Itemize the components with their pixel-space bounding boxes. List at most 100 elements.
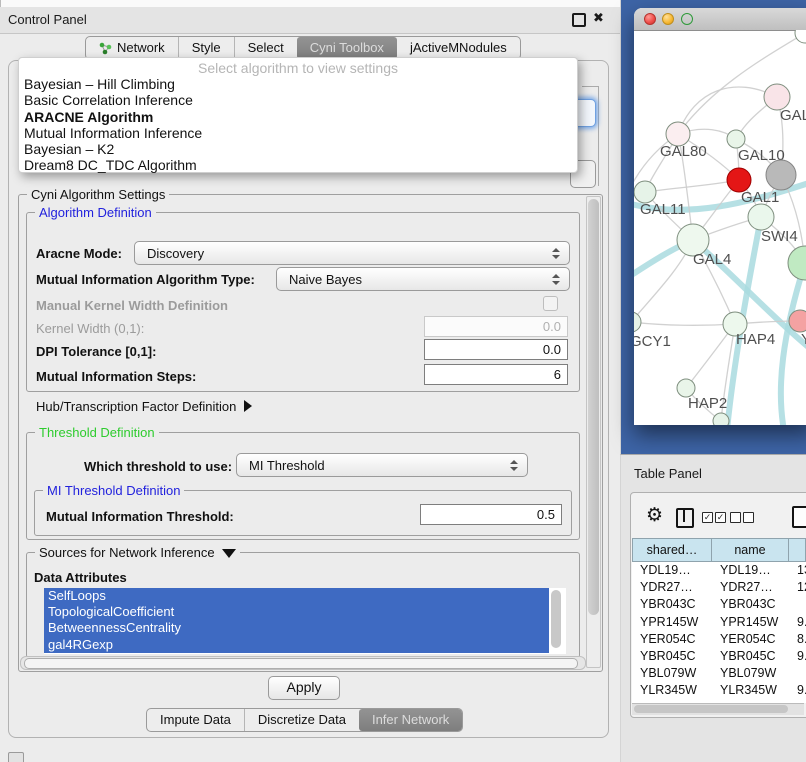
bottom-tab-infer-network[interactable]: Infer Network (359, 709, 462, 731)
aracne-mode-select[interactable]: Discovery (134, 241, 570, 265)
table-row[interactable]: YBR043CYBR043C (632, 596, 806, 613)
network-edge (634, 322, 735, 325)
column-header[interactable]: shared… (632, 538, 712, 562)
settings-group-title: Cyni Algorithm Settings (27, 187, 169, 202)
settings-scrollbar-thumb[interactable] (588, 199, 599, 615)
table-row[interactable]: YPR145WYPR145W9. (632, 614, 806, 631)
bottom-tab-discretize-data[interactable]: Discretize Data (244, 709, 359, 731)
table-cell: YBR043C (712, 596, 789, 613)
table-row[interactable]: YDL19…YDL19…13 (632, 562, 806, 579)
document-icon[interactable] (792, 506, 806, 528)
network-node[interactable] (713, 413, 729, 425)
table-cell: YLR345W (712, 682, 789, 699)
network-node-gal10[interactable] (727, 130, 745, 148)
network-node-swi4[interactable] (748, 204, 774, 230)
data-attributes-label: Data Attributes (34, 570, 127, 585)
tab-jactivemnodules[interactable]: jActiveMNodules (397, 37, 520, 59)
close-traffic-light-icon[interactable] (644, 13, 656, 25)
table-cell: YBR043C (632, 596, 712, 613)
select-all-check-icon[interactable]: ✓ (702, 512, 713, 523)
algorithm-option[interactable]: Dream8 DC_TDC Algorithm (19, 157, 577, 173)
network-node[interactable] (766, 160, 796, 190)
manual-kernel-checkbox[interactable] (543, 296, 558, 311)
table-rows: YDL19…YDL19…13YDR27…YDR27…12YBR043CYBR04… (632, 562, 806, 703)
network-window-titlebar[interactable] (634, 8, 806, 31)
close-icon[interactable]: ✖ (593, 10, 604, 26)
gear-icon[interactable]: ⚙ (646, 506, 663, 525)
table-row[interactable]: YER054CYER054C8. (632, 631, 806, 648)
dpi-tolerance-field[interactable] (424, 339, 568, 360)
network-node[interactable] (788, 246, 806, 280)
collapsed-arrow-icon (244, 400, 252, 412)
data-attribute-item-selected[interactable]: gal4RGexp (44, 637, 549, 653)
node-label: GAL4 (693, 251, 731, 268)
data-attribute-item-selected[interactable]: BetweennessCentrality (44, 620, 549, 636)
data-attribute-item-selected[interactable]: SelfLoops (44, 588, 549, 604)
algorithm-option[interactable]: Bayesian – K2 (19, 141, 577, 157)
algorithm-option[interactable]: Bayesian – Hill Climbing (19, 76, 577, 92)
data-attributes-list[interactable]: SelfLoopsTopologicalCoefficientBetweenne… (44, 588, 566, 654)
mi-threshold-field[interactable] (420, 504, 562, 525)
network-icon (99, 42, 112, 55)
maximize-traffic-light-icon[interactable] (681, 13, 693, 25)
which-threshold-select[interactable]: MI Threshold (236, 453, 528, 477)
mi-type-label: Mutual Information Algorithm Type: (36, 272, 255, 287)
algorithm-option[interactable]: Basic Correlation Inference (19, 92, 577, 108)
tab-label: Select (248, 37, 284, 59)
tab-network[interactable]: Network (86, 37, 178, 59)
table-hscrollbar-thumb[interactable] (634, 705, 788, 713)
attributes-scrollbar-thumb[interactable] (551, 590, 561, 648)
network-graph[interactable]: GALGAL80GAL10GAL1GAL11SWI4GAL4GCY1HAP4YH… (634, 30, 806, 425)
column-view-icon[interactable] (676, 508, 694, 528)
application-window: Control Panel ✖ NetworkStyleSelectCyni T… (0, 0, 806, 762)
algorithm-dropdown-popup: Select algorithm to view settingsBayesia… (18, 57, 578, 173)
algorithm-option[interactable]: Mutual Information Inference (19, 125, 577, 141)
bottom-tab-label: Discretize Data (258, 709, 346, 731)
network-node[interactable] (795, 30, 806, 43)
network-view-window[interactable]: GALGAL80GAL10GAL1GAL11SWI4GAL4GCY1HAP4YH… (634, 8, 806, 425)
table-row[interactable]: YLR345WYLR345W9. (632, 682, 806, 699)
apply-button[interactable]: Apply (268, 676, 340, 700)
algorithm-option[interactable]: ARACNE Algorithm (19, 109, 577, 125)
column-header[interactable]: name (712, 538, 789, 562)
mi-threshold-group-title: MI Threshold Definition (43, 483, 184, 498)
column-header[interactable] (789, 538, 806, 562)
table-cell: 9. (789, 682, 806, 699)
deselect-all-icon[interactable] (743, 512, 754, 523)
deselect-all-icon[interactable] (730, 512, 741, 523)
table-cell: YBR045C (632, 648, 712, 665)
select-all-check-icon[interactable]: ✓ (715, 512, 726, 523)
table-row[interactable]: YBL079WYBL079W (632, 665, 806, 682)
node-label: GAL80 (660, 143, 707, 160)
table-row[interactable]: YBR045CYBR045C9. (632, 648, 806, 665)
table-cell: YBL079W (632, 665, 712, 682)
hub-definition-toggle[interactable]: Hub/Transcription Factor Definition (36, 399, 252, 414)
tab-select[interactable]: Select (234, 37, 297, 59)
node-label: HAP2 (688, 395, 727, 412)
network-node-gcy1[interactable] (634, 312, 641, 332)
tab-style[interactable]: Style (178, 37, 234, 59)
settings-hscrollbar-thumb[interactable] (24, 658, 578, 669)
collapsed-panel-icon[interactable] (8, 752, 24, 762)
table-header: shared…name (632, 538, 806, 562)
tab-label: jActiveMNodules (410, 37, 507, 59)
data-attribute-item-selected[interactable]: TopologicalCoefficient (44, 604, 549, 620)
bottom-tab-label: Infer Network (372, 709, 449, 731)
sources-group-title[interactable]: Sources for Network Inference (35, 545, 240, 560)
float-window-icon[interactable] (572, 13, 586, 27)
tab-cyni-toolbox[interactable]: Cyni Toolbox (297, 37, 397, 59)
table-cell: YER054C (632, 631, 712, 648)
manual-kernel-label: Manual Kernel Width Definition (36, 298, 228, 313)
node-label: GAL (780, 107, 806, 124)
table-row[interactable]: YDR27…YDR27…12 (632, 579, 806, 596)
bottom-tab-impute-data[interactable]: Impute Data (147, 709, 244, 731)
minimize-traffic-light-icon[interactable] (662, 13, 674, 25)
table-cell: 8. (789, 631, 806, 648)
node-label: Y (801, 331, 806, 348)
dpi-tolerance-label: DPI Tolerance [0,1]: (36, 344, 156, 359)
mi-type-select[interactable]: Naive Bayes (276, 267, 570, 291)
network-node-gal11[interactable] (634, 181, 656, 203)
table-cell: YLR345W (632, 682, 712, 699)
mi-steps-field[interactable] (424, 364, 568, 385)
network-node-y[interactable] (789, 310, 806, 332)
